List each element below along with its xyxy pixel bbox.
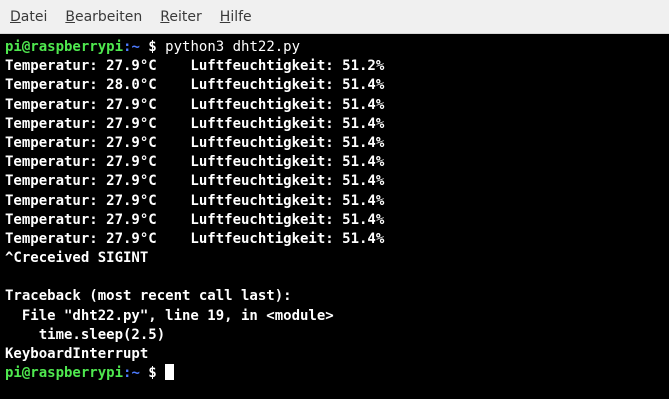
prompt-sign: $ [139,365,166,382]
menu-bearbeiten[interactable]: Bearbeiten [65,9,142,25]
terminal-output[interactable]: pi@raspberrypi:~ $ python3 dht22.py Temp… [0,34,669,399]
reading-line: Temperatur: 27.9°C Luftfeuchtigkeit: 51.… [5,173,385,190]
menu-reiter[interactable]: Reiter [160,9,201,25]
command-text: python3 dht22.py [165,39,301,55]
menu-hilfe-label: ilfe [230,8,252,25]
prompt-user-host: pi@raspberrypi [5,365,124,382]
menu-hilfe[interactable]: Hilfe [220,9,252,25]
interrupt-line: ^Creceived SIGINT [5,250,149,267]
prompt-sign: $ [139,39,166,55]
menu-bar: Datei Bearbeiten Reiter Hilfe [0,0,669,34]
text-cursor [165,364,175,381]
menu-hilfe-mnemonic: H [219,8,231,25]
menu-bearbeiten-label: earbeiten [74,8,143,25]
traceback-header: Traceback (most recent call last): [5,288,292,305]
reading-line: Temperatur: 27.9°C Luftfeuchtigkeit: 51.… [5,115,385,132]
reading-line: Temperatur: 27.9°C Luftfeuchtigkeit: 51.… [5,230,385,247]
traceback-exception: KeyboardInterrupt [5,346,149,362]
menu-datei-mnemonic: D [10,8,21,25]
traceback-file-line: File "dht22.py", line 19, in <module> [5,307,334,324]
reading-line: Temperatur: 28.0°C Luftfeuchtigkeit: 51.… [5,77,385,94]
menu-datei-label: atei [20,8,48,25]
traceback-code-line: time.sleep(2.5) [5,326,166,343]
menu-bearbeiten-mnemonic: B [65,8,75,25]
terminal-window: Datei Bearbeiten Reiter Hilfe pi@raspber… [0,0,669,399]
prompt-path: :~ [123,365,140,382]
reading-line: Temperatur: 27.9°C Luftfeuchtigkeit: 51.… [5,58,385,75]
current-prompt-line: pi@raspberrypi:~ $ [5,364,669,383]
reading-line: Temperatur: 27.9°C Luftfeuchtigkeit: 51.… [5,96,385,113]
menu-reiter-label: eiter [169,8,202,25]
command-line: pi@raspberrypi:~ $ python3 dht22.py [5,38,669,57]
reading-line: Temperatur: 27.9°C Luftfeuchtigkeit: 51.… [5,211,385,228]
reading-line: Temperatur: 27.9°C Luftfeuchtigkeit: 51.… [5,192,385,209]
prompt-user-host: pi@raspberrypi [5,39,124,55]
reading-line: Temperatur: 27.9°C Luftfeuchtigkeit: 51.… [5,134,385,151]
reading-line: Temperatur: 27.9°C Luftfeuchtigkeit: 51.… [5,154,385,171]
menu-datei[interactable]: Datei [10,9,47,25]
prompt-path: :~ [123,39,140,55]
